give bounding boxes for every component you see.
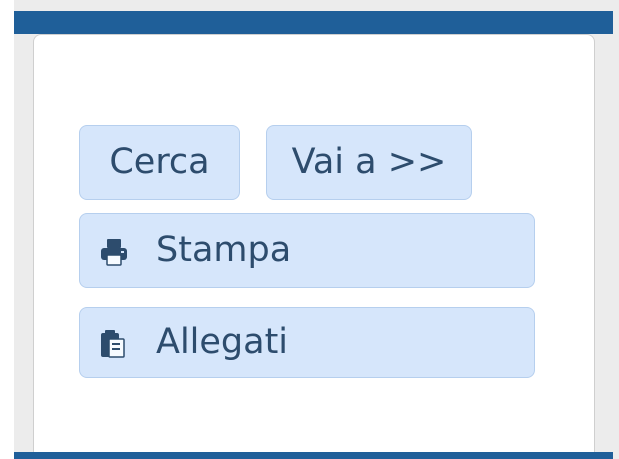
top-header-bar xyxy=(14,11,613,34)
left-margin xyxy=(0,0,14,459)
print-button[interactable]: Stampa xyxy=(79,213,535,288)
bottom-bar xyxy=(14,452,613,459)
actions-panel: Cerca Vai a >> Stampa Allegati xyxy=(33,34,595,452)
attachments-button[interactable]: Allegati xyxy=(79,307,535,378)
search-button-label: Cerca xyxy=(109,142,210,182)
clipboard-icon xyxy=(100,328,128,358)
attachments-button-label: Allegati xyxy=(156,322,289,362)
print-button-label: Stampa xyxy=(156,230,292,270)
goto-button-label: Vai a >> xyxy=(291,142,447,182)
search-button[interactable]: Cerca xyxy=(79,125,240,200)
goto-button[interactable]: Vai a >> xyxy=(266,125,472,200)
printer-icon xyxy=(100,236,128,266)
